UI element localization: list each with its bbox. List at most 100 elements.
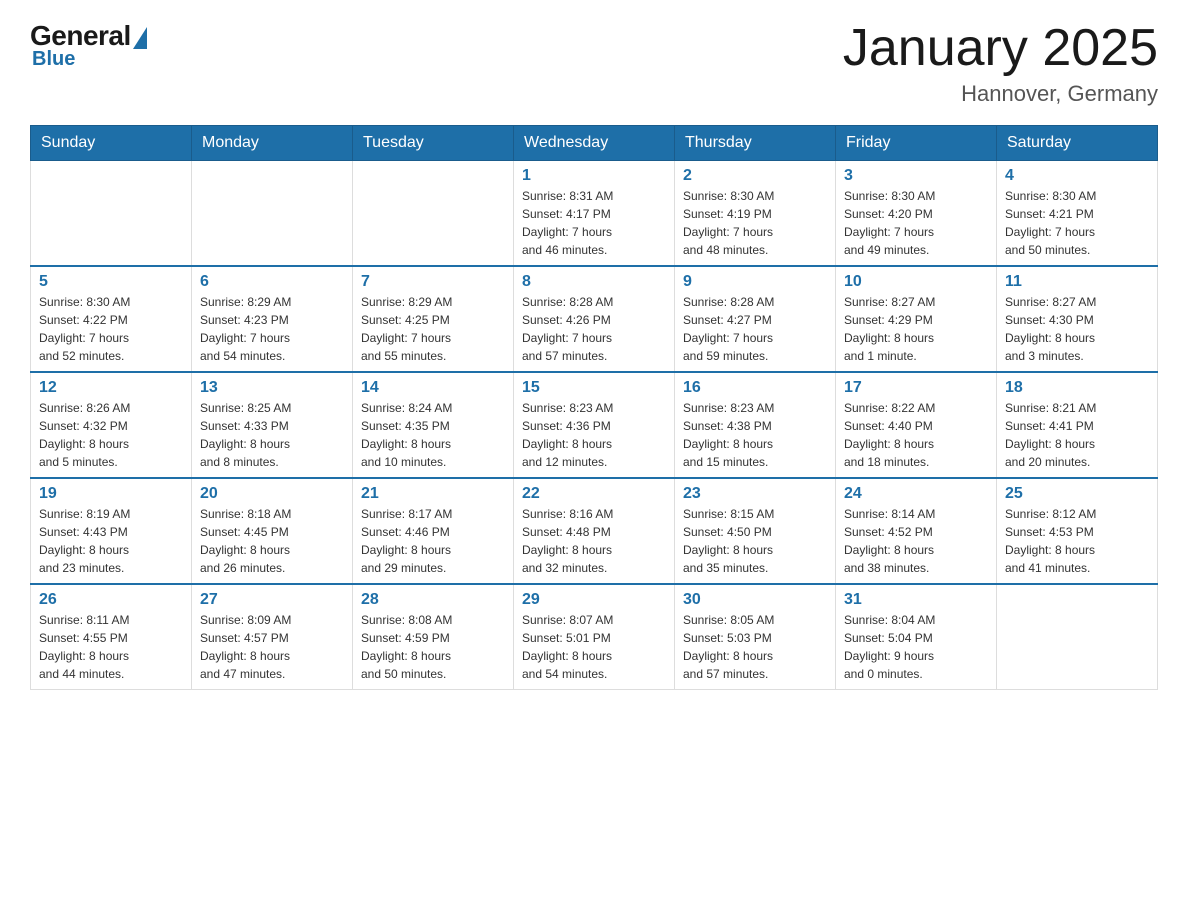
calendar-cell bbox=[353, 161, 514, 267]
day-number: 20 bbox=[200, 485, 344, 503]
day-number: 7 bbox=[361, 273, 505, 291]
calendar-cell bbox=[192, 161, 353, 267]
day-info: Sunrise: 8:27 AM Sunset: 4:29 PM Dayligh… bbox=[844, 293, 988, 365]
title-section: January 2025 Hannover, Germany bbox=[843, 20, 1158, 107]
calendar-cell: 30Sunrise: 8:05 AM Sunset: 5:03 PM Dayli… bbox=[675, 584, 836, 690]
calendar-cell: 23Sunrise: 8:15 AM Sunset: 4:50 PM Dayli… bbox=[675, 478, 836, 584]
day-number: 14 bbox=[361, 379, 505, 397]
day-info: Sunrise: 8:07 AM Sunset: 5:01 PM Dayligh… bbox=[522, 611, 666, 683]
day-of-week-header: Saturday bbox=[997, 126, 1158, 161]
day-info: Sunrise: 8:29 AM Sunset: 4:25 PM Dayligh… bbox=[361, 293, 505, 365]
day-number: 27 bbox=[200, 591, 344, 609]
day-info: Sunrise: 8:30 AM Sunset: 4:21 PM Dayligh… bbox=[1005, 187, 1149, 259]
calendar-subtitle: Hannover, Germany bbox=[843, 81, 1158, 107]
calendar-cell: 7 Sunrise: 8:29 AM Sunset: 4:25 PM Daylig… bbox=[353, 266, 514, 372]
page-header: General Blue January 2025 Hannover, Germ… bbox=[30, 20, 1158, 107]
calendar-header-row: SundayMondayTuesdayWednesdayThursdayFrid… bbox=[31, 126, 1158, 161]
calendar-cell: 2 Sunrise: 8:30 AM Sunset: 4:19 PM Daylig… bbox=[675, 161, 836, 267]
day-info: Sunrise: 8:26 AM Sunset: 4:32 PM Dayligh… bbox=[39, 399, 183, 471]
calendar-week-row: 5 Sunrise: 8:30 AM Sunset: 4:22 PM Daylig… bbox=[31, 266, 1158, 372]
calendar-title: January 2025 bbox=[843, 20, 1158, 77]
day-of-week-header: Wednesday bbox=[514, 126, 675, 161]
day-number: 15 bbox=[522, 379, 666, 397]
day-number: 26 bbox=[39, 591, 183, 609]
day-info: Sunrise: 8:16 AM Sunset: 4:48 PM Dayligh… bbox=[522, 505, 666, 577]
day-info: Sunrise: 8:30 AM Sunset: 4:20 PM Dayligh… bbox=[844, 187, 988, 259]
day-info: Sunrise: 8:17 AM Sunset: 4:46 PM Dayligh… bbox=[361, 505, 505, 577]
calendar-cell: 11Sunrise: 8:27 AM Sunset: 4:30 PM Dayli… bbox=[997, 266, 1158, 372]
calendar-cell: 12 Sunrise: 8:26 AM Sunset: 4:32 PM Dayli… bbox=[31, 372, 192, 478]
day-number: 30 bbox=[683, 591, 827, 609]
day-of-week-header: Friday bbox=[836, 126, 997, 161]
calendar-cell: 19Sunrise: 8:19 AM Sunset: 4:43 PM Dayli… bbox=[31, 478, 192, 584]
day-number: 24 bbox=[844, 485, 988, 503]
calendar-cell: 29 Sunrise: 8:07 AM Sunset: 5:01 PM Dayli… bbox=[514, 584, 675, 690]
day-info: Sunrise: 8:25 AM Sunset: 4:33 PM Dayligh… bbox=[200, 399, 344, 471]
day-info: Sunrise: 8:12 AM Sunset: 4:53 PM Dayligh… bbox=[1005, 505, 1149, 577]
logo: General Blue bbox=[30, 20, 147, 71]
day-info: Sunrise: 8:24 AM Sunset: 4:35 PM Dayligh… bbox=[361, 399, 505, 471]
day-info: Sunrise: 8:04 AM Sunset: 5:04 PM Dayligh… bbox=[844, 611, 988, 683]
day-info: Sunrise: 8:30 AM Sunset: 4:19 PM Dayligh… bbox=[683, 187, 827, 259]
day-number: 23 bbox=[683, 485, 827, 503]
logo-triangle-icon bbox=[133, 27, 147, 49]
calendar-table: SundayMondayTuesdayWednesdayThursdayFrid… bbox=[30, 125, 1158, 690]
calendar-cell: 26 Sunrise: 8:11 AM Sunset: 4:55 PM Dayli… bbox=[31, 584, 192, 690]
logo-blue-text: Blue bbox=[32, 48, 75, 71]
day-number: 17 bbox=[844, 379, 988, 397]
calendar-cell: 21 Sunrise: 8:17 AM Sunset: 4:46 PM Dayli… bbox=[353, 478, 514, 584]
day-of-week-header: Thursday bbox=[675, 126, 836, 161]
day-of-week-header: Sunday bbox=[31, 126, 192, 161]
day-info: Sunrise: 8:21 AM Sunset: 4:41 PM Dayligh… bbox=[1005, 399, 1149, 471]
day-number: 31 bbox=[844, 591, 988, 609]
calendar-cell: 5 Sunrise: 8:30 AM Sunset: 4:22 PM Daylig… bbox=[31, 266, 192, 372]
day-info: Sunrise: 8:28 AM Sunset: 4:27 PM Dayligh… bbox=[683, 293, 827, 365]
day-of-week-header: Monday bbox=[192, 126, 353, 161]
calendar-cell: 6Sunrise: 8:29 AM Sunset: 4:23 PM Daylig… bbox=[192, 266, 353, 372]
day-number: 9 bbox=[683, 273, 827, 291]
day-of-week-header: Tuesday bbox=[353, 126, 514, 161]
day-info: Sunrise: 8:23 AM Sunset: 4:38 PM Dayligh… bbox=[683, 399, 827, 471]
day-number: 12 bbox=[39, 379, 183, 397]
day-number: 28 bbox=[361, 591, 505, 609]
calendar-cell: 18 Sunrise: 8:21 AM Sunset: 4:41 PM Dayli… bbox=[997, 372, 1158, 478]
calendar-cell bbox=[997, 584, 1158, 690]
calendar-cell: 3 Sunrise: 8:30 AM Sunset: 4:20 PM Daylig… bbox=[836, 161, 997, 267]
day-number: 2 bbox=[683, 167, 827, 185]
calendar-week-row: 1 Sunrise: 8:31 AM Sunset: 4:17 PM Daylig… bbox=[31, 161, 1158, 267]
calendar-cell: 22 Sunrise: 8:16 AM Sunset: 4:48 PM Dayli… bbox=[514, 478, 675, 584]
day-number: 16 bbox=[683, 379, 827, 397]
day-info: Sunrise: 8:18 AM Sunset: 4:45 PM Dayligh… bbox=[200, 505, 344, 577]
day-number: 1 bbox=[522, 167, 666, 185]
calendar-cell: 31 Sunrise: 8:04 AM Sunset: 5:04 PM Dayli… bbox=[836, 584, 997, 690]
calendar-cell: 14 Sunrise: 8:24 AM Sunset: 4:35 PM Dayli… bbox=[353, 372, 514, 478]
calendar-cell: 13 Sunrise: 8:25 AM Sunset: 4:33 PM Dayli… bbox=[192, 372, 353, 478]
calendar-cell: 4 Sunrise: 8:30 AM Sunset: 4:21 PM Daylig… bbox=[997, 161, 1158, 267]
day-info: Sunrise: 8:19 AM Sunset: 4:43 PM Dayligh… bbox=[39, 505, 183, 577]
day-info: Sunrise: 8:11 AM Sunset: 4:55 PM Dayligh… bbox=[39, 611, 183, 683]
day-number: 3 bbox=[844, 167, 988, 185]
day-number: 29 bbox=[522, 591, 666, 609]
day-number: 5 bbox=[39, 273, 183, 291]
day-number: 4 bbox=[1005, 167, 1149, 185]
calendar-cell: 24 Sunrise: 8:14 AM Sunset: 4:52 PM Dayli… bbox=[836, 478, 997, 584]
day-info: Sunrise: 8:31 AM Sunset: 4:17 PM Dayligh… bbox=[522, 187, 666, 259]
day-number: 25 bbox=[1005, 485, 1149, 503]
day-info: Sunrise: 8:30 AM Sunset: 4:22 PM Dayligh… bbox=[39, 293, 183, 365]
day-number: 11 bbox=[1005, 273, 1149, 291]
day-number: 18 bbox=[1005, 379, 1149, 397]
day-number: 13 bbox=[200, 379, 344, 397]
calendar-cell: 10 Sunrise: 8:27 AM Sunset: 4:29 PM Dayli… bbox=[836, 266, 997, 372]
day-info: Sunrise: 8:14 AM Sunset: 4:52 PM Dayligh… bbox=[844, 505, 988, 577]
calendar-week-row: 12 Sunrise: 8:26 AM Sunset: 4:32 PM Dayli… bbox=[31, 372, 1158, 478]
day-info: Sunrise: 8:08 AM Sunset: 4:59 PM Dayligh… bbox=[361, 611, 505, 683]
day-info: Sunrise: 8:09 AM Sunset: 4:57 PM Dayligh… bbox=[200, 611, 344, 683]
day-number: 22 bbox=[522, 485, 666, 503]
calendar-cell: 20 Sunrise: 8:18 AM Sunset: 4:45 PM Dayli… bbox=[192, 478, 353, 584]
calendar-cell: 16 Sunrise: 8:23 AM Sunset: 4:38 PM Dayli… bbox=[675, 372, 836, 478]
day-number: 10 bbox=[844, 273, 988, 291]
day-number: 21 bbox=[361, 485, 505, 503]
calendar-cell bbox=[31, 161, 192, 267]
calendar-cell: 27 Sunrise: 8:09 AM Sunset: 4:57 PM Dayli… bbox=[192, 584, 353, 690]
day-info: Sunrise: 8:23 AM Sunset: 4:36 PM Dayligh… bbox=[522, 399, 666, 471]
